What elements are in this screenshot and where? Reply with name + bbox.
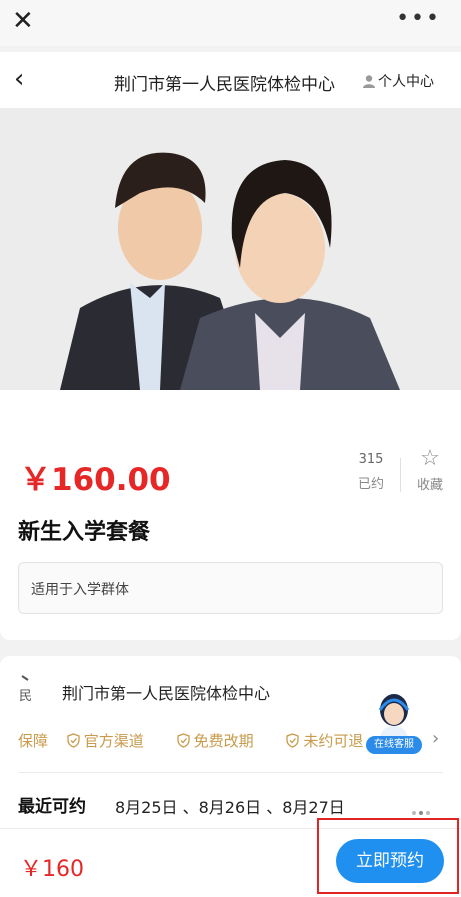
online-service-badge: 在线客服 <box>366 736 422 754</box>
divider <box>18 772 443 773</box>
recent-dates[interactable]: 8月25日 、8月26日 、8月27日 <box>115 794 345 818</box>
user-center-label: 个人中心 <box>378 74 434 90</box>
hospital-logo: 民 <box>18 674 40 704</box>
shield-icon <box>176 733 190 748</box>
back-icon[interactable]: ‹ <box>14 66 24 92</box>
star-icon: ☆ <box>420 446 440 471</box>
guarantee-label: 保障 <box>18 732 49 750</box>
description-text: 适用于入学群体 <box>31 582 129 598</box>
agent-avatar-icon <box>378 694 410 738</box>
banner-photo <box>0 108 461 390</box>
guarantee-item: 官方渠道 <box>67 732 158 750</box>
nav-header: ‹ 荆门市第一人民医院体检中心 个人中心 <box>0 52 461 108</box>
recent-label: 最近可约 <box>18 797 86 817</box>
guarantee-row[interactable]: 保障 官方渠道 免费改期 未约可退 <box>18 730 391 751</box>
hospital-name[interactable]: 荆门市第一人民医院体检中心 <box>62 680 270 704</box>
divider <box>400 458 401 492</box>
product-price: ￥160.00 <box>20 462 171 498</box>
booked-count: 315 <box>358 452 384 467</box>
page-title: 荆门市第一人民医院体检中心 <box>114 75 335 95</box>
booked-stats: 315 已约 <box>356 452 386 492</box>
logo-icon: 民 <box>19 675 32 704</box>
shield-icon <box>286 733 300 748</box>
product-info-card: ￥160.00 315 已约 ☆ 收藏 新生入学套餐 适用于入学群体 <box>0 390 461 640</box>
more-dots-icon[interactable] <box>412 800 433 819</box>
highlight-box <box>317 818 459 894</box>
shield-icon <box>67 733 80 748</box>
svg-text:民: 民 <box>19 689 32 702</box>
bottom-price: ￥160 <box>20 857 84 882</box>
booked-label: 已约 <box>357 477 384 492</box>
favorite-button[interactable]: ☆ 收藏 <box>410 446 450 494</box>
close-icon[interactable]: ✕ <box>12 8 34 34</box>
banner-image <box>0 108 461 390</box>
description-box: 适用于入学群体 <box>18 562 443 614</box>
guarantee-item: 免费改期 <box>176 732 268 750</box>
browser-topbar: ✕ ••• <box>0 0 461 46</box>
online-service-button[interactable]: 在线客服 <box>362 688 426 758</box>
chevron-right-icon[interactable]: › <box>432 728 439 749</box>
user-center-link[interactable]: 个人中心 <box>362 71 434 91</box>
person-icon <box>363 75 375 88</box>
more-icon[interactable]: ••• <box>396 8 441 30</box>
package-title: 新生入学套餐 <box>18 520 151 545</box>
favorite-label: 收藏 <box>416 478 443 493</box>
